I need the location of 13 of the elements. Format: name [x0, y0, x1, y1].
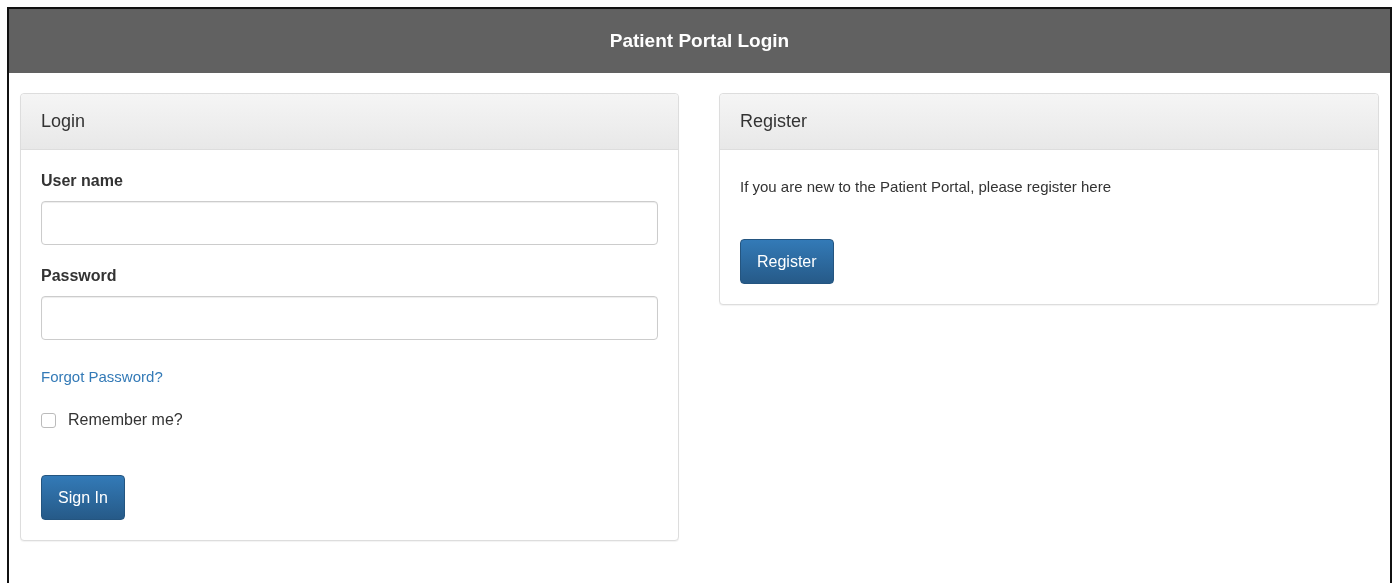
panel-title: Register — [740, 111, 808, 132]
forgot-password-link[interactable]: Forgot Password? — [41, 368, 163, 385]
remember-checkbox[interactable] — [41, 412, 56, 428]
checkbox-label: Remember me? — [68, 411, 183, 429]
register-text: If you are new to the Patient Portal, please register here — [740, 178, 1112, 195]
sign-in-button[interactable]: Sign In — [41, 475, 125, 520]
field-label: User name — [41, 172, 123, 190]
field-label: Password — [41, 267, 117, 285]
input-field[interactable] — [41, 201, 658, 245]
page-title: Patient Portal Login — [609, 30, 790, 52]
input-field[interactable] — [41, 296, 658, 340]
panel-title: Login — [41, 111, 86, 132]
register-button[interactable]: Register — [740, 239, 834, 284]
